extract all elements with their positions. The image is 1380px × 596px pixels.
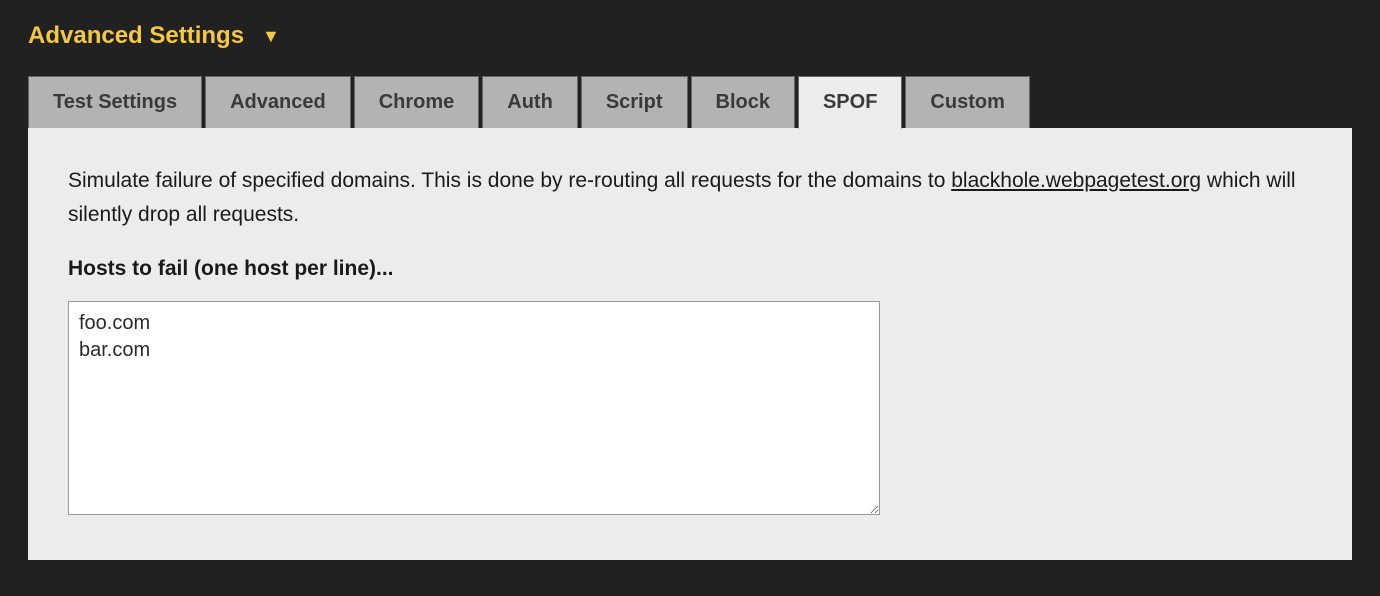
chevron-down-icon: ▼: [262, 26, 280, 47]
tab-script[interactable]: Script: [581, 76, 688, 129]
hosts-to-fail-label: Hosts to fail (one host per line)...: [68, 257, 1312, 281]
hosts-to-fail-input[interactable]: [68, 301, 880, 515]
tab-advanced[interactable]: Advanced: [205, 76, 351, 129]
spof-desc-text-1: Simulate failure of specified domains. T…: [68, 169, 951, 192]
tab-test-settings[interactable]: Test Settings: [28, 76, 202, 129]
tab-auth[interactable]: Auth: [482, 76, 578, 129]
blackhole-link[interactable]: blackhole.webpagetest.org: [951, 169, 1201, 192]
tab-chrome[interactable]: Chrome: [354, 76, 480, 129]
section-title: Advanced Settings: [28, 22, 244, 50]
tab-block[interactable]: Block: [691, 76, 795, 129]
spof-description: Simulate failure of specified domains. T…: [68, 164, 1312, 231]
tab-spof[interactable]: SPOF: [798, 76, 902, 129]
spof-panel: Simulate failure of specified domains. T…: [28, 128, 1352, 560]
settings-tabs: Test Settings Advanced Chrome Auth Scrip…: [28, 76, 1352, 129]
advanced-settings-toggle[interactable]: Advanced Settings ▼: [28, 22, 1352, 50]
tab-custom[interactable]: Custom: [905, 76, 1029, 129]
